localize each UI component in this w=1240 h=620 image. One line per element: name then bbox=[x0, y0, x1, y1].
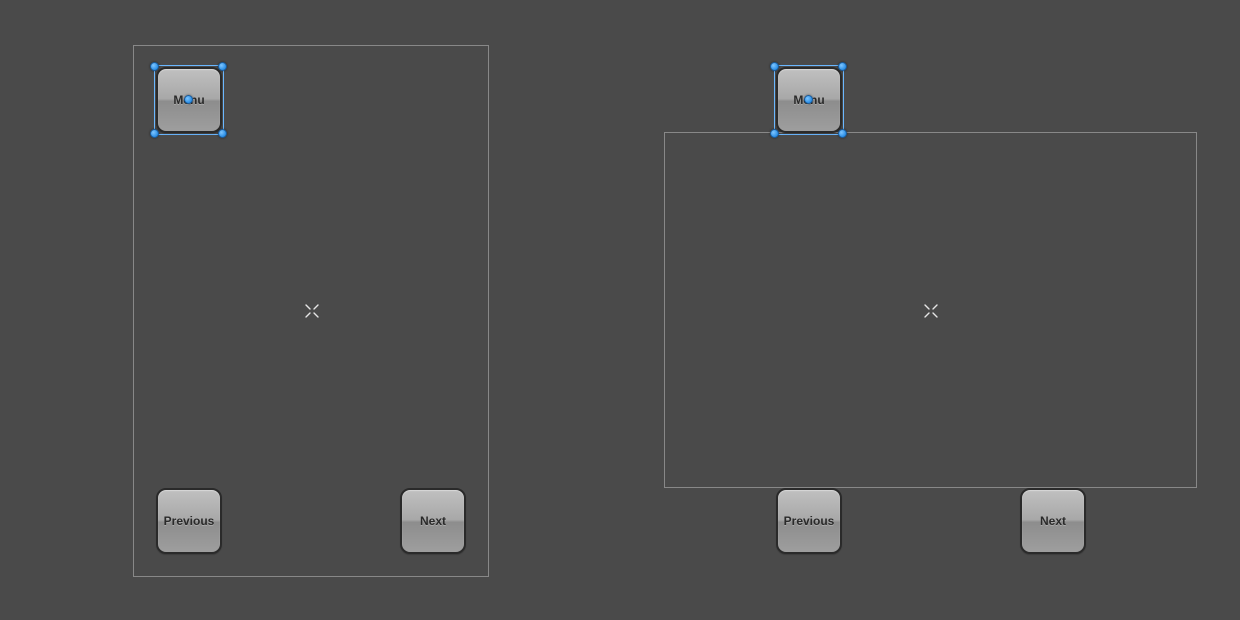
menu-button-label: Menu bbox=[173, 93, 204, 107]
menu-button[interactable]: Menu bbox=[776, 67, 842, 133]
next-button[interactable]: Next bbox=[400, 488, 466, 554]
next-button[interactable]: Next bbox=[1020, 488, 1086, 554]
menu-button-label: Menu bbox=[793, 93, 824, 107]
next-button-label: Next bbox=[1040, 514, 1066, 528]
previous-button[interactable]: Previous bbox=[776, 488, 842, 554]
menu-button[interactable]: Menu bbox=[156, 67, 222, 133]
previous-button-label: Previous bbox=[784, 514, 835, 528]
panel-center-mark-icon bbox=[920, 300, 942, 322]
panel-center-mark-icon bbox=[301, 300, 323, 322]
previous-button-label: Previous bbox=[164, 514, 215, 528]
next-button-label: Next bbox=[420, 514, 446, 528]
previous-button[interactable]: Previous bbox=[156, 488, 222, 554]
device-canvas-landscape[interactable] bbox=[664, 132, 1197, 488]
